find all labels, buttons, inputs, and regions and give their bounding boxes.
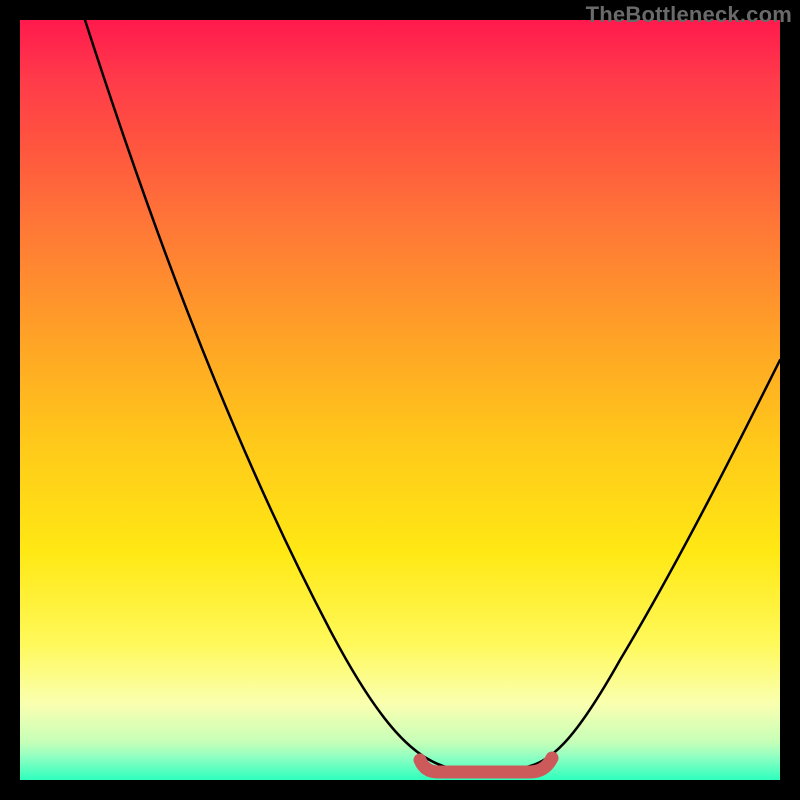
- chart-frame: TheBottleneck.com: [0, 0, 800, 800]
- watermark-text: TheBottleneck.com: [586, 2, 792, 28]
- curve-svg: [20, 20, 780, 780]
- plot-area: [20, 20, 780, 780]
- bottleneck-curve: [85, 20, 780, 768]
